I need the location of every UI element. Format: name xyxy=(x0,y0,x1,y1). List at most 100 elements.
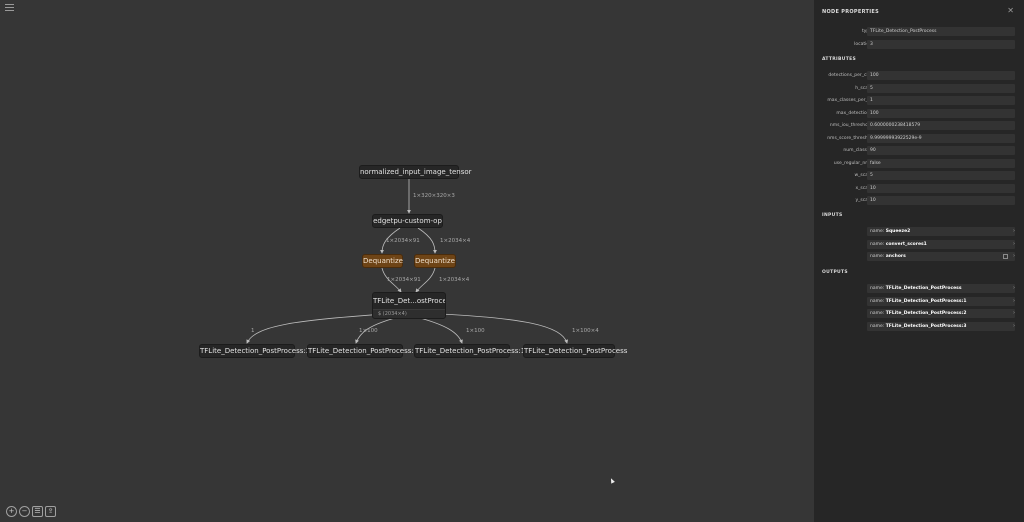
node-output-2[interactable]: TFLite_Detection_PostProcess:2 xyxy=(307,344,418,358)
graph-canvas[interactable]: normalized_input_image_tensor edgetpu-cu… xyxy=(0,0,814,522)
argument-prefix: name: xyxy=(870,323,886,329)
chevron-right-icon[interactable]: › xyxy=(1013,309,1015,318)
node-output-0[interactable]: TFLite_Detection_PostProcess xyxy=(523,344,627,358)
argument-name: anchors xyxy=(885,254,906,259)
property-value: 100 xyxy=(867,71,1015,80)
node-postprocess[interactable]: TFLite_Det...ostProcess $ (2034×4) xyxy=(372,292,446,319)
chevron-right-icon[interactable]: › xyxy=(1013,284,1015,293)
property-value[interactable]: name: TFLite_Detection_PostProcess:2 xyxy=(867,309,1015,318)
property-value[interactable]: name: TFLite_Detection_PostProcess:3 xyxy=(867,321,1015,331)
edge-postproc-out0 xyxy=(439,313,569,344)
property-label: detections_per_cl... xyxy=(828,73,872,78)
attribute-row: y_scale 10 xyxy=(814,196,1024,205)
argument-name: TFLite_Detection_PostProcess:3 xyxy=(885,323,967,329)
chevron-right-icon[interactable]: › xyxy=(1013,227,1015,236)
attribute-row: max_classes_per_... 1 xyxy=(814,96,1024,105)
property-value: 90 xyxy=(867,146,1015,155)
argument-name: convert_scores1 xyxy=(885,241,927,247)
chevron-right-icon[interactable]: › xyxy=(1013,297,1015,306)
output-row: 2name: TFLite_Detection_PostProcess:1› xyxy=(814,296,1024,306)
input-row: 2name: convert_scores1› xyxy=(814,239,1024,249)
edge-label-deq2-in: 1×2034×4 xyxy=(440,238,471,244)
node-property-row: location 3 xyxy=(814,39,1024,49)
input-row: 1name: Squeeze2› xyxy=(814,227,1024,236)
node-properties-panel: NODE PROPERTIES ✕ typeTFLite_Detection_P… xyxy=(814,0,1024,522)
edge-label-deq1-out: 1×2034×91 xyxy=(387,277,421,283)
output-row: 1name: TFLite_Detection_PostProcess› xyxy=(814,284,1024,293)
node-property-row: typeTFLite_Detection_PostProcess xyxy=(814,27,1024,36)
grid-icon[interactable] xyxy=(1003,254,1008,259)
edge-label-out1: 1×100 xyxy=(466,328,485,334)
attribute-row: detections_per_cl... 100 xyxy=(814,71,1024,80)
attributes-section-title: ATTRIBUTES xyxy=(822,57,856,62)
argument-prefix: name: xyxy=(870,241,886,247)
node-dequantize-2[interactable]: Dequantize xyxy=(414,254,456,268)
zoom-out-icon[interactable]: − xyxy=(19,506,30,517)
argument-prefix: name: xyxy=(870,229,886,234)
edge-label-out2: 1×100 xyxy=(359,328,378,334)
property-label: nms_iou_threshold xyxy=(829,123,872,128)
property-value: 5 xyxy=(867,83,1015,93)
argument-prefix: name: xyxy=(870,286,886,291)
property-value: false xyxy=(867,158,1015,168)
graph-edges xyxy=(246,178,569,344)
property-value: 0.6000000238418579 xyxy=(867,121,1015,130)
property-value[interactable]: name: anchors xyxy=(867,252,1015,261)
argument-prefix: name: xyxy=(870,298,886,304)
property-value[interactable]: name: TFLite_Detection_PostProcess:1 xyxy=(867,296,1015,306)
property-value: 5 xyxy=(867,171,1015,180)
property-value[interactable]: name: TFLite_Detection_PostProcess xyxy=(867,284,1015,293)
argument-name: Squeeze2 xyxy=(885,229,911,234)
edge-postproc-out1 xyxy=(419,317,463,344)
property-value: 1 xyxy=(867,96,1015,105)
attribute-row: w_scale 5 xyxy=(814,171,1024,180)
input-row: 3name: anchors› xyxy=(814,252,1024,261)
property-value: 10 xyxy=(867,183,1015,193)
chevron-right-icon[interactable]: › xyxy=(1013,252,1015,261)
close-icon[interactable]: ✕ xyxy=(1007,6,1014,15)
attribute-row: max_detections 100 xyxy=(814,108,1024,118)
node-output-3[interactable]: TFLite_Detection_PostProcess:3 xyxy=(199,344,310,358)
outputs-section-title: OUTPUTS xyxy=(822,270,848,275)
property-value: 3 xyxy=(867,39,1015,49)
property-label: nms_score_thresh... xyxy=(827,135,872,141)
zoom-in-icon[interactable]: + xyxy=(6,506,17,517)
argument-prefix: name: xyxy=(870,311,886,316)
argument-name: TFLite_Detection_PostProcess:2 xyxy=(885,311,967,316)
edge-label-deq1-in: 1×2034×91 xyxy=(386,238,420,244)
node-postprocess-anchors: $ (2034×4) xyxy=(373,309,445,318)
attribute-row: h_scale 5 xyxy=(814,83,1024,93)
edge-label-out3: 1 xyxy=(251,328,255,334)
export-icon[interactable]: ⇪ xyxy=(45,506,56,517)
property-value: 9.99999993922529e-9 xyxy=(867,133,1015,143)
edge-label-out0: 1×100×4 xyxy=(572,328,599,334)
node-output-1[interactable]: TFLite_Detection_PostProcess:1 xyxy=(414,344,525,358)
argument-name: TFLite_Detection_PostProcess xyxy=(885,286,962,291)
property-value[interactable]: name: convert_scores1 xyxy=(867,239,1015,249)
node-input[interactable]: normalized_input_image_tensor xyxy=(359,165,472,179)
inputs-section-title: INPUTS xyxy=(822,213,843,218)
attribute-row: use_regular_nms false xyxy=(814,158,1024,168)
attribute-row: nms_iou_threshold 0.6000000238418579 xyxy=(814,121,1024,130)
node-edgetpu-custom-op[interactable]: edgetpu-custom-op xyxy=(372,214,443,228)
attribute-row: num_classes 90 xyxy=(814,146,1024,155)
attribute-row: nms_score_thresh... 9.99999993922529e-9 xyxy=(814,133,1024,143)
edge-edgetpu-deq2 xyxy=(417,227,437,254)
panel-title: NODE PROPERTIES xyxy=(822,9,879,15)
property-value[interactable]: name: Squeeze2 xyxy=(867,227,1015,236)
sidebar-toggle-icon[interactable]: ☰ xyxy=(32,506,43,517)
argument-prefix: name: xyxy=(870,254,886,259)
output-row: 4name: TFLite_Detection_PostProcess:3› xyxy=(814,321,1024,331)
property-value: 10 xyxy=(867,196,1015,205)
edge-label-deq2-out: 1×2034×4 xyxy=(439,277,470,283)
chevron-right-icon[interactable]: › xyxy=(1013,322,1015,331)
property-value: TFLite_Detection_PostProcess xyxy=(867,27,1015,36)
zoom-toolbar: + − ☰ ⇪ xyxy=(6,506,56,517)
edge-label-input: 1×320×320×3 xyxy=(413,193,455,199)
property-label: max_classes_per_... xyxy=(827,98,872,103)
attribute-row: x_scale 10 xyxy=(814,183,1024,193)
argument-name: TFLite_Detection_PostProcess:1 xyxy=(885,298,967,304)
output-row: 3name: TFLite_Detection_PostProcess:2› xyxy=(814,309,1024,318)
node-dequantize-1[interactable]: Dequantize xyxy=(362,254,403,268)
chevron-right-icon[interactable]: › xyxy=(1013,240,1015,249)
